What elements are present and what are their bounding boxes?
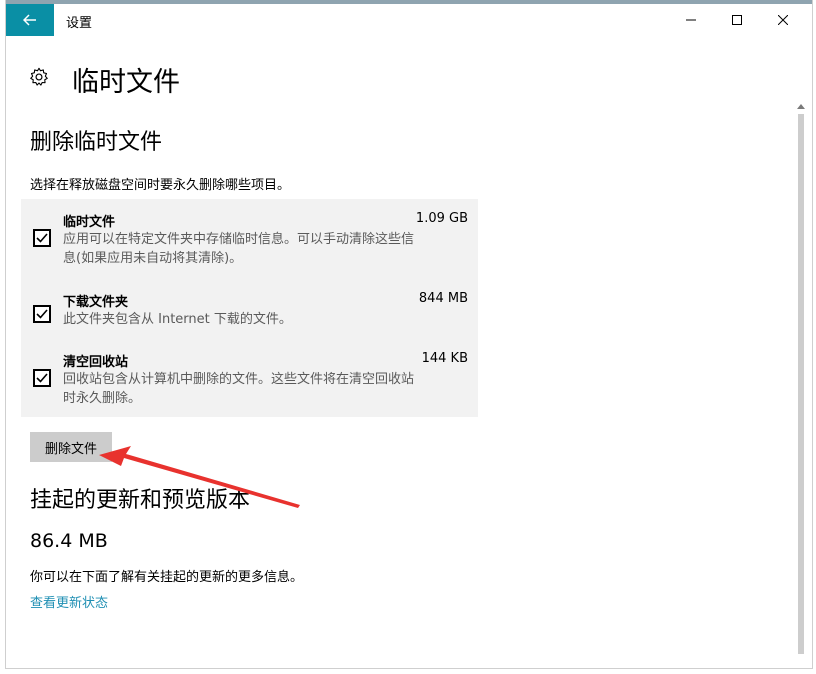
window-title: 设置 [66, 16, 93, 31]
item-description: 应用可以在特定文件夹中存储临时信息。可以手动清除这些信 息(如果应用未自动将其清… [63, 230, 473, 268]
item-description: 此文件夹包含从 Internet 下载的文件。 [63, 310, 473, 329]
back-arrow-icon [23, 14, 36, 26]
item-name: 清空回收站 [63, 355, 129, 370]
item-name: 下载文件夹 [63, 295, 129, 310]
content-area: 临时文件 删除临时文件 选择在释放磁盘空间时要永久删除哪些项目。 临时文件 1.… [6, 36, 796, 666]
scroll-up-button[interactable] [796, 100, 806, 112]
item-description-line: 息(如果应用未自动将其清除)。 [63, 251, 243, 266]
minimize-icon [686, 19, 696, 21]
checkbox-recycle-bin[interactable] [33, 369, 51, 387]
checkmark-icon [36, 373, 48, 383]
page-title: 临时文件 [72, 67, 180, 98]
pending-updates-size: 86.4 MB [30, 530, 108, 552]
delete-files-button[interactable]: 删除文件 [30, 432, 112, 462]
maximize-icon [732, 15, 742, 25]
gear-icon [30, 67, 48, 86]
title-bar: 设置 [6, 4, 812, 36]
checkbox-downloads[interactable] [33, 305, 51, 323]
checkmark-icon [36, 233, 48, 243]
back-button[interactable] [6, 4, 54, 36]
close-button[interactable] [760, 4, 806, 36]
pending-updates-info: 你可以在下面了解有关挂起的更新的更多信息。 [30, 570, 304, 585]
item-description-line: 应用可以在特定文件夹中存储临时信息。可以手动清除这些信 [63, 232, 415, 247]
checkbox-temp-files[interactable] [33, 229, 51, 247]
item-description: 回收站包含从计算机中删除的文件。这些文件将在清空回收站 时永久删除。 [63, 370, 473, 408]
view-update-status-link[interactable]: 查看更新状态 [30, 592, 108, 611]
item-description-line: 回收站包含从计算机中删除的文件。这些文件将在清空回收站 [63, 372, 415, 387]
item-name: 临时文件 [63, 215, 116, 230]
scroll-thumb[interactable] [798, 114, 804, 654]
section-title-pending-updates: 挂起的更新和预览版本 [30, 488, 251, 513]
minimize-button[interactable] [668, 4, 714, 36]
settings-window: 设置 临时文件 删除临时文件 选择在释放磁盘空间时要永久删除哪些项目。 临时文件… [5, 0, 813, 669]
item-size: 844 MB [418, 291, 468, 306]
section-title-delete-temp: 删除临时文件 [30, 130, 163, 155]
close-icon [778, 15, 788, 25]
scroll-up-icon [797, 103, 805, 109]
section-description: 选择在释放磁盘空间时要永久删除哪些项目。 [30, 178, 291, 193]
item-size: 144 KB [421, 351, 468, 366]
item-size: 1.09 GB [415, 211, 468, 226]
checkmark-icon [36, 309, 48, 319]
item-description-line: 时永久删除。 [63, 391, 142, 406]
maximize-button[interactable] [714, 4, 760, 36]
scrollbar[interactable] [796, 100, 806, 666]
item-description-line: 此文件夹包含从 Internet 下载的文件。 [63, 312, 292, 327]
temp-files-list: 临时文件 1.09 GB 应用可以在特定文件夹中存储临时信息。可以手动清除这些信… [21, 199, 478, 417]
